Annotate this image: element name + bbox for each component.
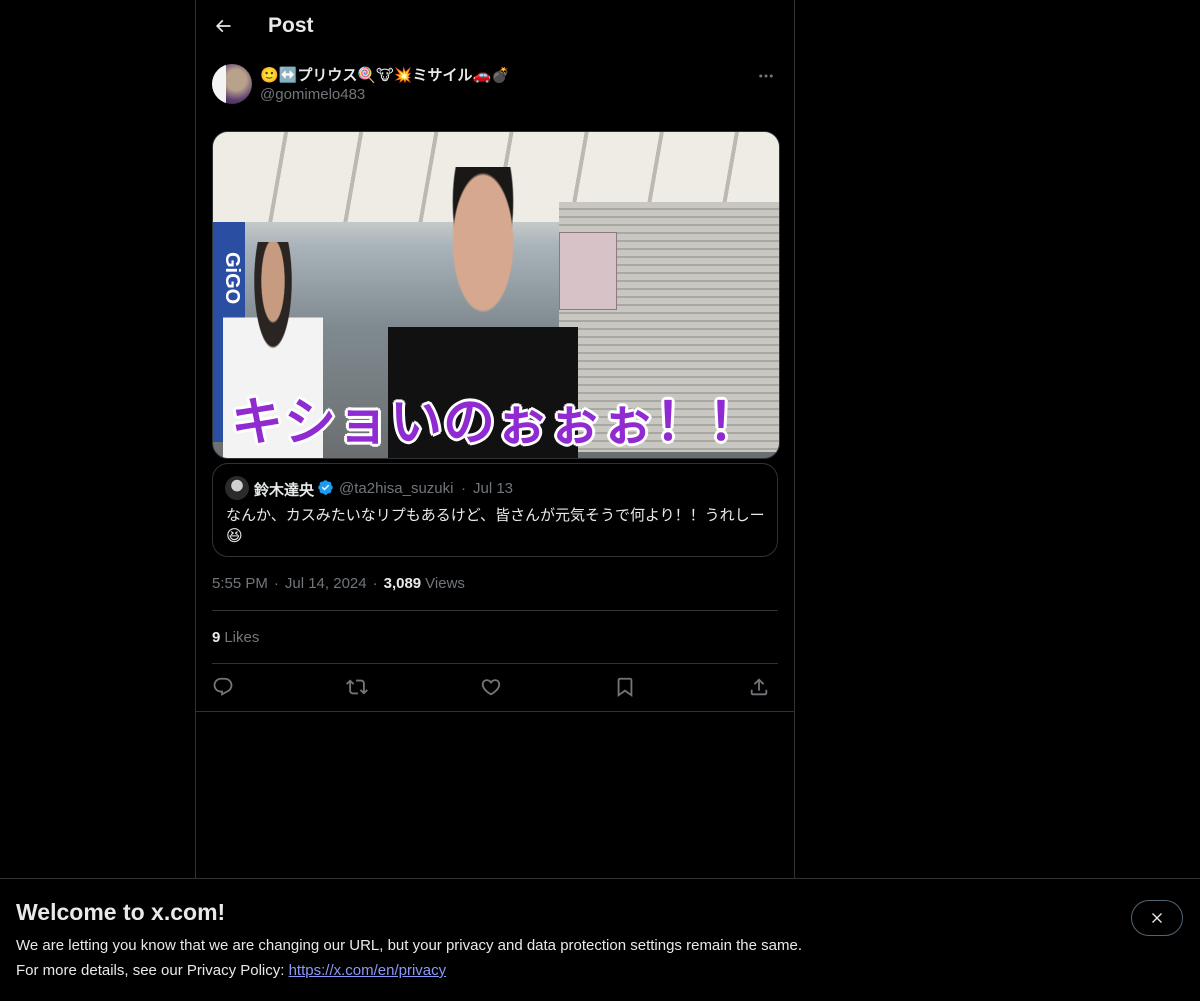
quoted-date: Jul 13: [473, 480, 514, 497]
meta-separator: ·: [372, 575, 378, 592]
divider: [212, 663, 778, 664]
author-handle[interactable]: @gomimelo483: [260, 86, 365, 103]
more-horizontal-icon: [759, 74, 773, 78]
page-title: Post: [268, 14, 314, 37]
verified-badge-icon: [318, 480, 333, 495]
author-avatar[interactable]: [212, 64, 252, 104]
divider: [196, 711, 794, 712]
avatar-decoration: [212, 64, 226, 104]
privacy-policy-link[interactable]: https://x.com/en/privacy: [289, 962, 447, 979]
back-button[interactable]: [205, 8, 241, 44]
views-count: 3,089: [383, 575, 422, 592]
welcome-banner: Welcome to x.com! We are letting you kno…: [0, 878, 1200, 1001]
banner-privacy-prefix: For more details, see our Privacy Policy…: [16, 962, 289, 979]
banner-privacy-line: For more details, see our Privacy Policy…: [16, 962, 446, 979]
share-button[interactable]: [744, 672, 774, 702]
post-date[interactable]: Jul 14, 2024: [285, 575, 367, 592]
arrow-left-icon: [215, 19, 231, 33]
divider: [212, 610, 778, 611]
post-meta: 5:55 PM · Jul 14, 2024 · 3,089 Views: [212, 575, 465, 592]
bookmark-icon: [617, 677, 633, 698]
grinning-squinting-face-icon: 😆: [226, 528, 243, 545]
media-caption: キショいのぉぉぉ！！: [230, 393, 761, 453]
quoted-author-avatar: [225, 476, 249, 500]
reply-icon: [213, 677, 233, 696]
banner-close-button[interactable]: [1131, 900, 1183, 936]
views-label: Views: [425, 575, 465, 592]
close-icon: [1152, 913, 1162, 923]
reply-button[interactable]: [208, 672, 238, 702]
meta-separator: ·: [273, 575, 279, 592]
quoted-author-handle: @ta2hisa_suzuki: [339, 480, 454, 497]
post-time[interactable]: 5:55 PM: [212, 575, 268, 592]
bookmark-button[interactable]: [610, 672, 640, 702]
likes-link[interactable]: 9 Likes: [212, 629, 259, 646]
repost-icon: [346, 679, 368, 695]
like-button[interactable]: [476, 672, 506, 702]
quoted-author-name: 鈴木達央: [254, 482, 315, 499]
likes-label: Likes: [224, 629, 260, 646]
likes-count: 9: [212, 629, 221, 646]
post-author: 🙂↔️プリウス🍭🐮💥ミサイル🚗💣 @gomimelo483: [212, 64, 778, 108]
quoted-separator: ·: [461, 480, 466, 497]
banner-text: We are letting you know that we are chan…: [16, 937, 802, 954]
quoted-post[interactable]: 鈴木達央 @ta2hisa_suzuki · Jul 13 なんか、カスみたいな…: [212, 463, 778, 557]
post-actions: [212, 672, 778, 702]
banner-title: Welcome to x.com!: [16, 899, 226, 925]
like-icon: [481, 679, 501, 696]
post-media-image[interactable]: GiGO キショいのぉぉぉ！！: [212, 131, 780, 459]
primary-column: Post 🙂↔️プリウス🍭🐮💥ミサイル🚗💣 @gomimelo483 GiGO …: [195, 0, 795, 878]
quoted-text: なんか、カスみたいなリプもあるけど、皆さんが元気そうで何より！！うれしー: [226, 507, 765, 524]
share-icon: [750, 678, 768, 696]
repost-button[interactable]: [342, 672, 372, 702]
author-display-name[interactable]: 🙂↔️プリウス🍭🐮💥ミサイル🚗💣: [260, 64, 510, 85]
more-options-button[interactable]: [754, 64, 778, 88]
page-header: Post: [196, 0, 794, 53]
